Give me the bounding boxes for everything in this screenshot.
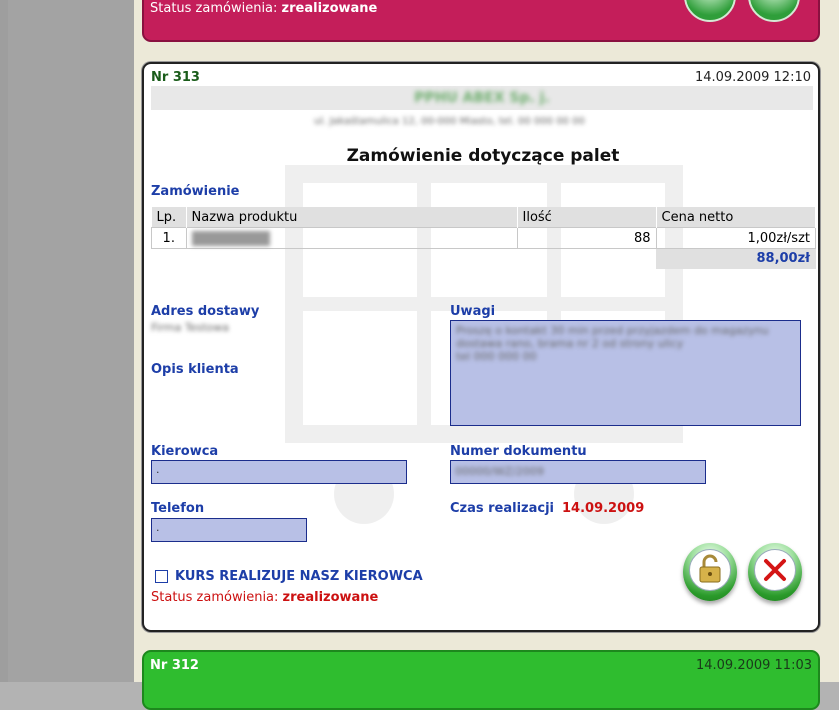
driver-label: Kierowca <box>151 444 219 459</box>
col-header-name: Nazwa produktu <box>186 207 518 228</box>
col-header-lp: Lp. <box>151 207 187 228</box>
own-driver-checkbox[interactable] <box>155 570 168 583</box>
table-row: 1. PALETA EUR 88 1,00zł/szt <box>151 227 816 249</box>
col-header-price: Cena netto <box>656 207 816 228</box>
cancel-button-previous[interactable] <box>748 0 800 22</box>
order-total: 88,00zł <box>656 249 816 269</box>
order-card: Nr 313 14.09.2009 12:10 PPHU ABEX Sp. j.… <box>142 62 820 632</box>
phone-label: Telefon <box>151 501 205 516</box>
cell-qty: 88 <box>516 227 657 249</box>
sidebar-panel <box>8 0 134 682</box>
products-table: Lp. Nazwa produktu Ilość Cena netto 1. P… <box>151 207 816 249</box>
own-driver-checkbox-label[interactable]: KURS REALIZUJE NASZ KIEROWCA <box>175 569 423 584</box>
orders-list: Status zamówienia: zrealizowane Nr 313 1… <box>134 0 839 710</box>
order-card-previous: Status zamówienia: zrealizowane <box>142 0 820 42</box>
previous-order-status: Status zamówienia: zrealizowane <box>150 1 377 16</box>
realization-time-label: Czas realizacji <box>450 501 555 516</box>
cell-price: 1,00zł/szt <box>655 227 816 249</box>
company-address: ul. Jakaśtamulica 12, 00-000 Miasto, tel… <box>314 116 585 127</box>
notes-label: Uwagi <box>450 304 496 319</box>
cell-name: PALETA EUR <box>185 227 518 249</box>
cell-lp: 1. <box>151 227 187 249</box>
document-number-label: Numer dokumentu <box>450 444 587 459</box>
driver-field[interactable]: . <box>151 460 407 484</box>
document-number-field[interactable]: 00000/WZ/2009 <box>450 460 706 484</box>
order-card-next: Nr 312 14.09.2009 11:03 <box>142 650 820 710</box>
unlock-icon <box>699 554 721 583</box>
delivery-address-label: Adres dostawy <box>151 304 260 319</box>
status-value: zrealizowane <box>282 590 379 605</box>
client-description-label: Opis klienta <box>151 362 239 377</box>
unlock-button[interactable] <box>683 543 737 601</box>
unlock-button-previous[interactable] <box>684 0 736 22</box>
order-title: Zamówienie dotyczące palet <box>346 146 620 166</box>
status-value: zrealizowane <box>281 1 378 16</box>
order-datetime: 14.09.2009 12:10 <box>694 70 811 85</box>
company-name-bar: PPHU ABEX Sp. j. <box>151 86 813 110</box>
col-header-qty: Ilość <box>517 207 657 228</box>
realization-time-value: 14.09.2009 <box>562 501 645 516</box>
cancel-button[interactable] <box>748 543 802 601</box>
order-section-label: Zamówienie <box>151 184 240 199</box>
delivery-address-value: Firma Testowa <box>151 321 229 334</box>
order-status: Status zamówienia: zrealizowane <box>151 590 378 605</box>
order-number: Nr 313 <box>151 70 200 85</box>
status-label: Status zamówienia: <box>150 1 278 16</box>
phone-field[interactable]: . <box>151 518 307 542</box>
notes-textarea[interactable]: Proszę o kontakt 30 min przed przyjazdem… <box>450 320 801 426</box>
status-label: Status zamówienia: <box>151 590 279 605</box>
next-order-datetime: 14.09.2009 11:03 <box>695 658 812 673</box>
company-name: PPHU ABEX Sp. j. <box>414 90 550 106</box>
left-sidebar <box>0 0 134 682</box>
next-order-number: Nr 312 <box>150 658 199 673</box>
x-cancel-icon <box>764 559 786 581</box>
